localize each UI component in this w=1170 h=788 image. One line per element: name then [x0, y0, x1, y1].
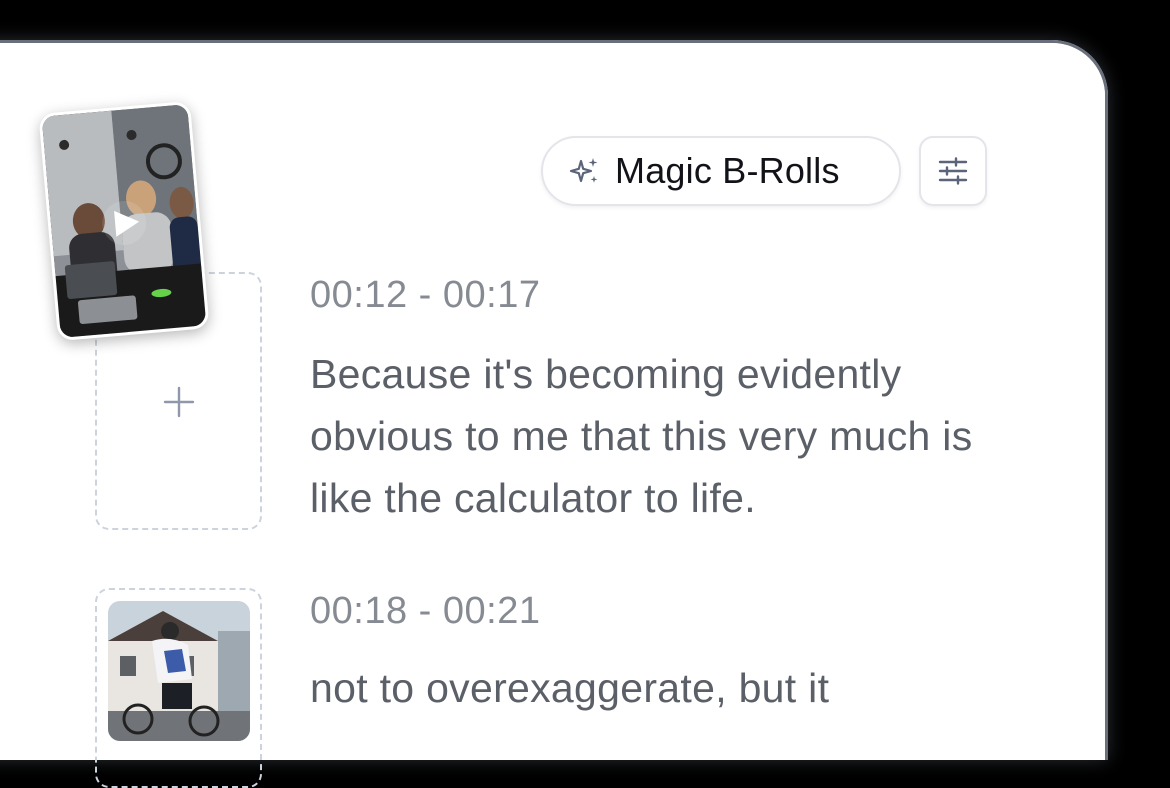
segment-transcript[interactable]: not to overexaggerate, but it — [310, 657, 1030, 719]
cyclist-image — [108, 601, 250, 741]
segment-transcript[interactable]: Because it's becoming evidently obvious … — [310, 343, 1030, 529]
plus-icon[interactable] — [161, 384, 197, 420]
segment-time: 00:18 - 00:21 — [310, 590, 541, 632]
b-roll-thumbnail[interactable] — [108, 601, 250, 741]
magic-b-rolls-button[interactable]: Magic B-Rolls — [541, 136, 901, 206]
segment-time: 00:12 - 00:17 — [310, 274, 541, 316]
settings-button[interactable] — [919, 136, 987, 206]
sparkles-icon — [569, 158, 598, 183]
magic-b-rolls-label: Magic B-Rolls — [615, 150, 840, 191]
video-thumbnail — [41, 104, 207, 338]
sliders-icon — [938, 157, 968, 185]
dragged-b-roll-video[interactable] — [38, 100, 210, 342]
